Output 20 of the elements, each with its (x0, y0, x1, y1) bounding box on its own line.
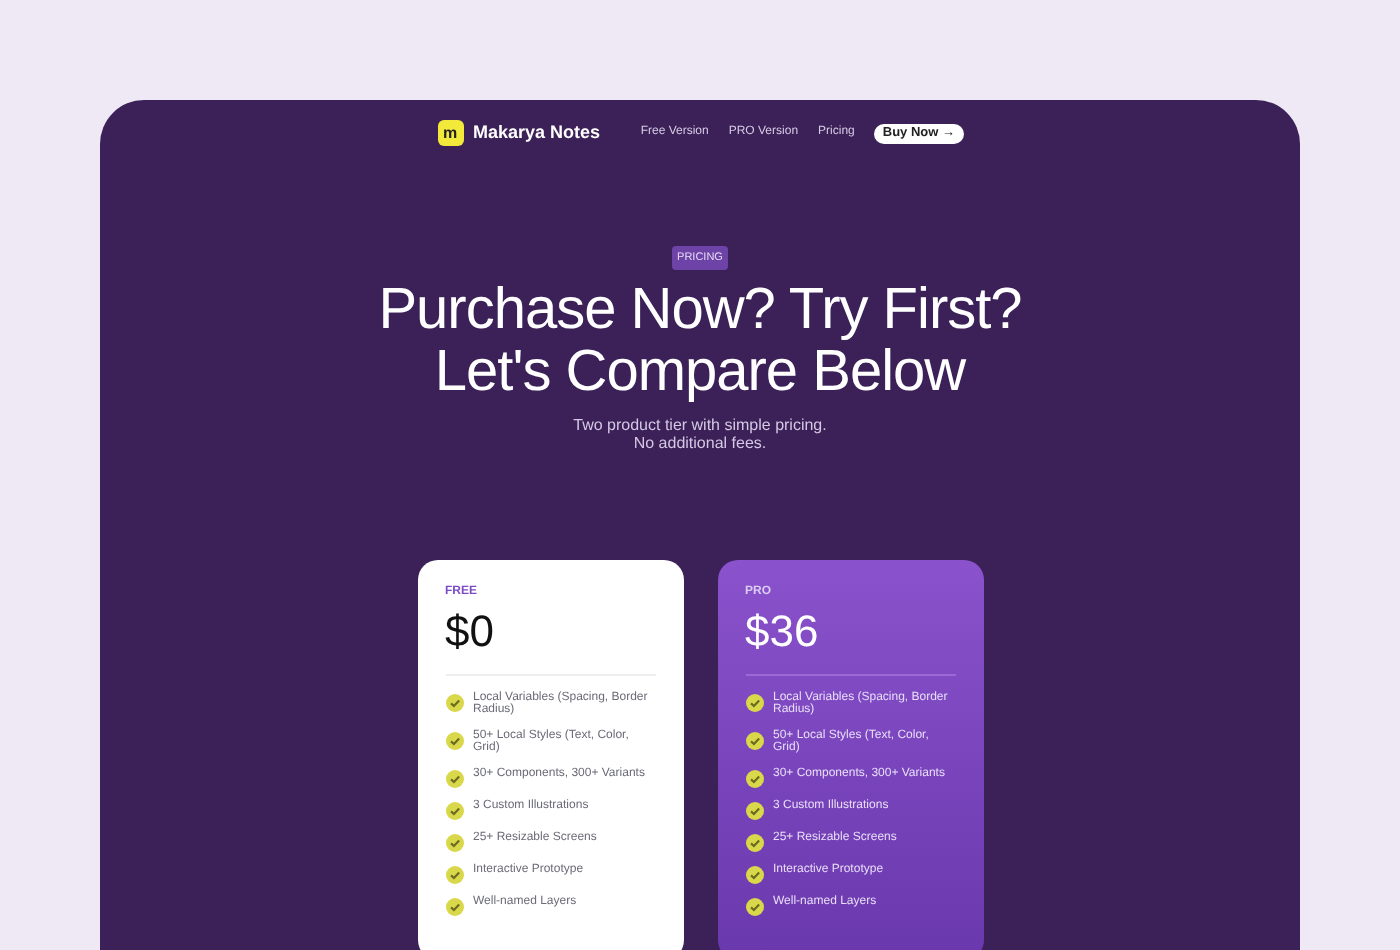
check-icon (445, 731, 463, 750)
check-icon (445, 693, 463, 712)
brand-name: Makarya Notes (473, 120, 601, 146)
check-icon (745, 769, 763, 788)
hero-subtitle: Two product tier with simple pricing. No additional fees. (573, 415, 827, 452)
plan-price: $0 (445, 605, 496, 658)
check-icon (745, 731, 763, 750)
check-icon (445, 897, 463, 916)
check-icon (445, 865, 463, 884)
check-icon (745, 897, 763, 916)
check-icon (445, 833, 463, 852)
check-icon (745, 801, 763, 820)
check-icon (745, 693, 763, 712)
check-icon (745, 833, 763, 852)
logo-icon: m (437, 120, 463, 147)
plan-price: $36 (745, 605, 821, 658)
check-icon (745, 865, 763, 884)
check-icon (445, 801, 463, 820)
hero-title: Purchase Now? Try First? Let's Compare Below (378, 279, 1022, 404)
check-icon (445, 769, 463, 788)
